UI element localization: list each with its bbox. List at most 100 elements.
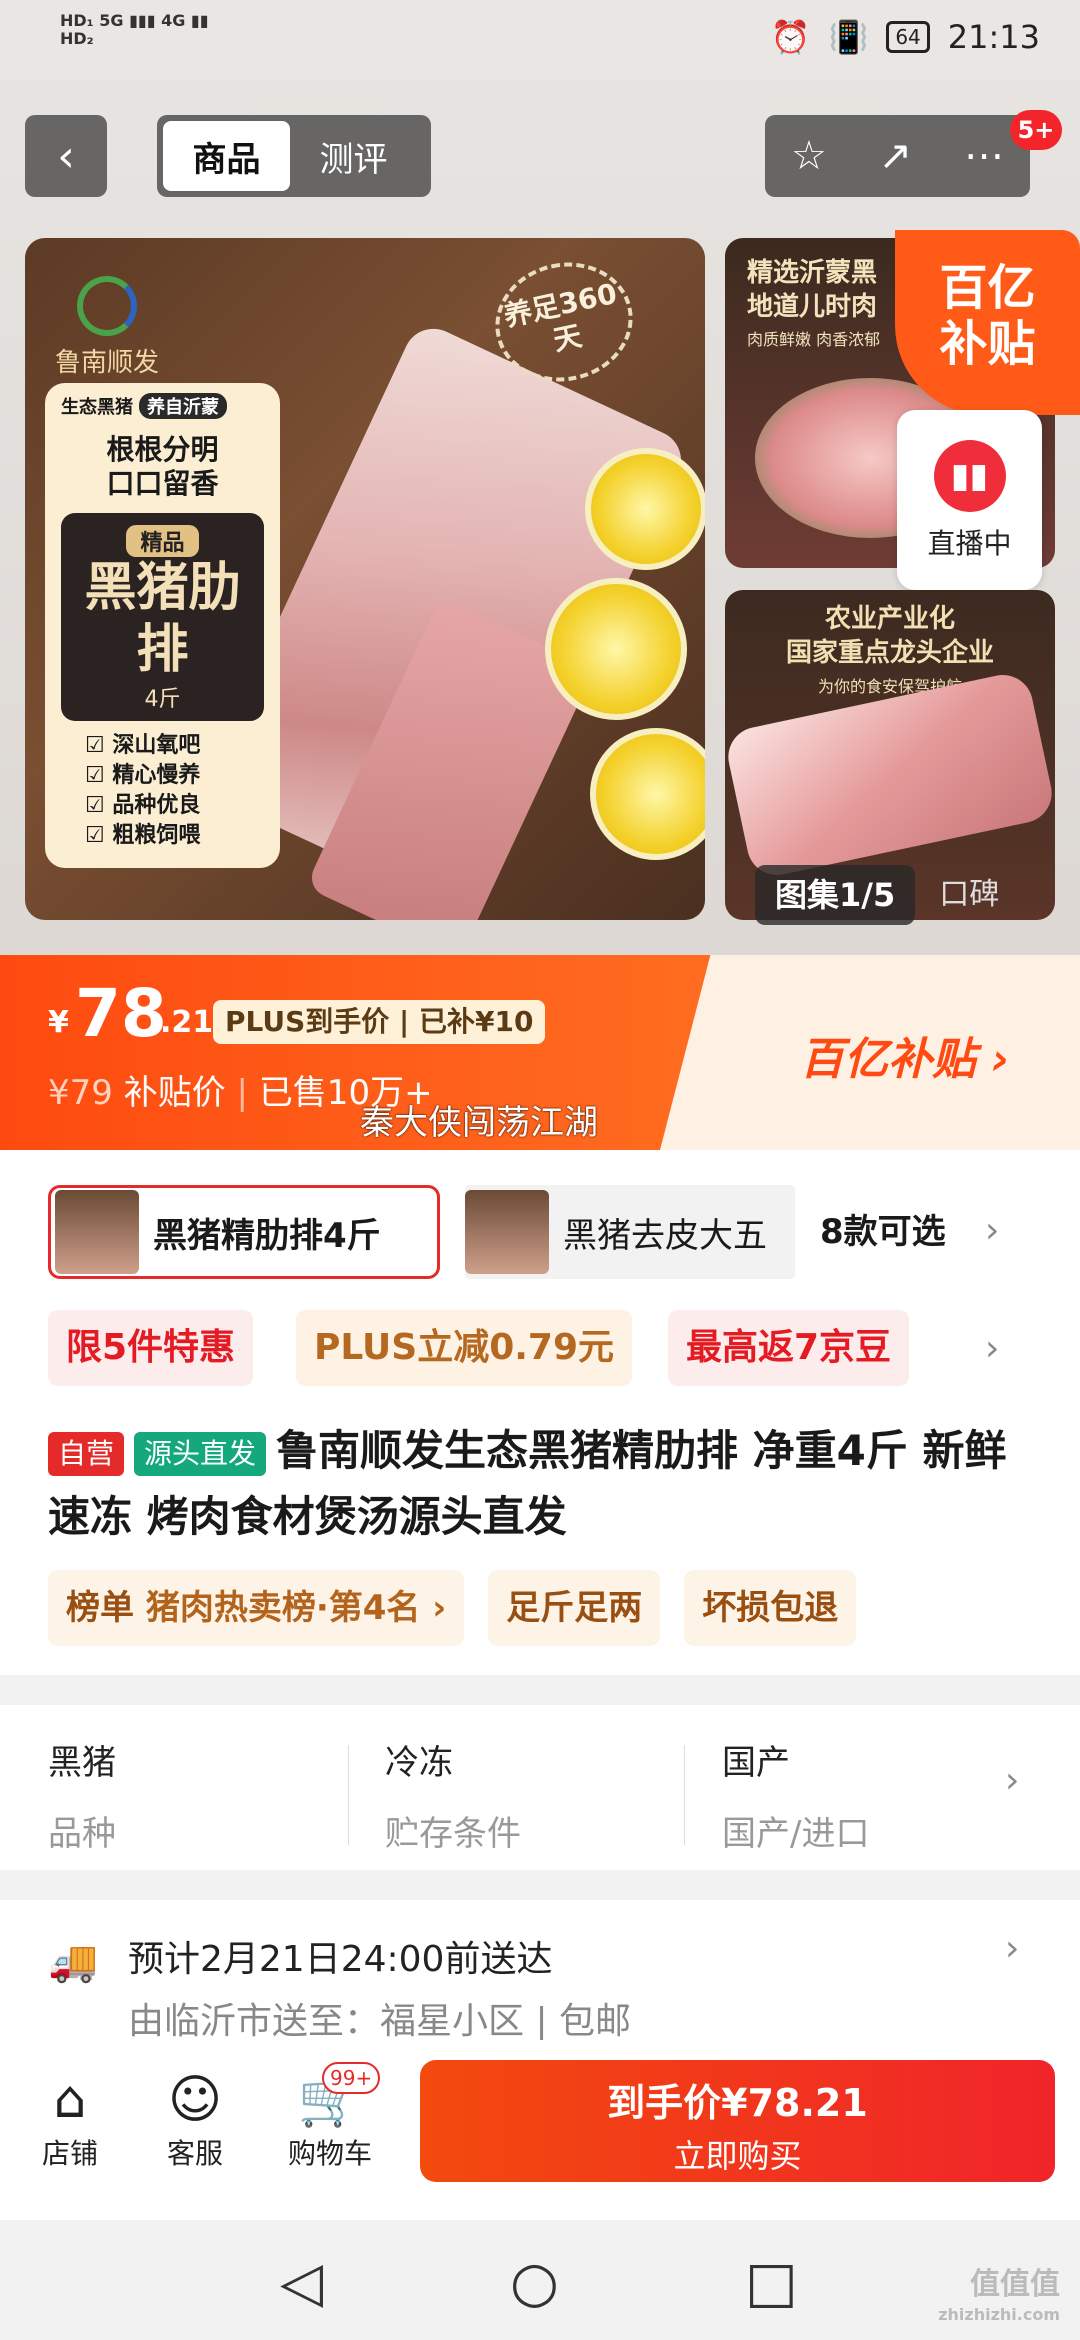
favorite-icon[interactable]: ☆ [791,133,827,179]
chevron-right-icon[interactable]: › [1005,1928,1019,1969]
card-feature: 精心慢养 [85,761,280,791]
site-watermark-text: 值值值 [970,2267,1060,2302]
card-slogan-1: 根根分明 [106,433,219,466]
card-features: 深山氧吧 精心慢养 品种优良 粗粮饲喂 [85,731,280,851]
spec-summary[interactable]: 黑猪 品种 冷冻 贮存条件 国产 国产/进口 › [0,1705,1080,1870]
highlight-chips: 榜单 猪肉热卖榜·第4名 › 足斤足两 坏损包退 [48,1570,857,1646]
price-integer: 78 [75,975,167,1052]
tab-review[interactable]: 测评 [290,121,417,191]
buy-price: 到手价¥78.21 [607,2081,868,2125]
subsidy-corner-badge[interactable]: 百亿 补贴 [895,230,1080,415]
reviews-tab[interactable]: 口碑 [915,865,999,925]
live-button[interactable]: ▮▮ 直播中 [897,410,1042,590]
buy-label: 立即购买 [673,2137,802,2175]
card-highlight: 精品 黑猪肋排 4斤 [61,513,264,721]
card-product: 黑猪肋排 [84,557,241,680]
lemon-visual-3 [590,728,705,860]
subsidy-program-link[interactable]: 百亿补贴 › [800,1023,1009,1087]
clock: 21:13 [947,18,1040,56]
promo-beans[interactable]: 最高返7京豆 [668,1310,910,1386]
divider [684,1745,685,1845]
spec-value: 冷冻 [385,1743,453,1783]
delivery-info[interactable]: 🚚 预计2月21日24:00前送达 由临沂市送至：福星小区 | 包邮 › [0,1900,1080,2060]
sku-label: 黑猪去皮大五 [563,1215,767,1256]
chevron-right-icon[interactable]: › [985,1328,999,1369]
vibrate-icon: 📳 [828,18,869,56]
rank-prefix: 榜单 [66,1588,134,1628]
thumb2-line1: 农业产业化 [824,604,955,634]
chevron-right-icon[interactable]: › [1005,1760,1019,1801]
user-watermark: 秦大侠闯荡江湖 [360,1103,598,1143]
service-button[interactable]: ☺ 客服 [145,2068,245,2172]
self-operated-tag: 自营 [48,1431,125,1476]
thumb1-sub: 肉质鲜嫩 肉香浓郁 [747,330,881,349]
gallery-counter[interactable]: 图集1/5 [755,865,916,925]
subsidy-label: 补贴价 [123,1073,226,1113]
buy-now-button[interactable]: 到手价¥78.21 立即购买 [420,2060,1055,2182]
delivery-address: 由临沂市送至：福星小区 | 包邮 [128,2001,632,2042]
shop-button[interactable]: ⌂ 店铺 [20,2068,120,2172]
card-slogan: 根根分明 口口留香 [45,433,280,501]
spec-item: 黑猪 品种 [48,1735,348,1855]
main-product-image[interactable]: 鲁南顺发 养足360天 生态黑猪 养自沂蒙 根根分明 口口留香 精品 黑猪肋排 … [25,238,705,920]
cart-badge: 99+ [322,2062,381,2094]
site-watermark-url: zhizhizhi.com [938,2305,1060,2324]
tab-bar: 商品 测评 [157,115,431,197]
sku-count[interactable]: 8款可选 [820,1185,946,1279]
nav-home-icon[interactable]: ○ [510,2250,559,2315]
sku-thumbnail [55,1190,139,1274]
chevron-right-icon[interactable]: › [985,1210,999,1251]
price-decimal: .21 [160,1005,214,1040]
bottom-action-bar: ⌂ 店铺 ☺ 客服 🛒 购物车 99+ 到手价¥78.21 立即购买 [0,2040,1080,2220]
subsidy-corner-line2: 补贴 [939,316,1036,372]
more-icon[interactable]: ⋯ [964,133,1004,179]
signal-row-1: HD₁ 5G ▮▮▮ 4G ▮▮ [60,11,209,30]
product-title: 自营 源头直发 鲁南顺发生态黑猪精肋排 净重4斤 新鲜速冻 烤肉食材煲汤源头直发 [48,1418,1038,1550]
damage-refund-chip[interactable]: 坏损包退 [684,1570,857,1646]
nav-back-icon[interactable]: ◁ [280,2250,323,2315]
thumb1-text: 精选沂蒙黑 地道儿时肉 [747,256,877,324]
alarm-icon: ⏰ [770,18,811,56]
thumb2-line2: 国家重点龙头企业 [785,638,994,668]
top-nav: ‹ 商品 测评 ☆ ↗ ⋯ [0,115,1080,197]
price-banner: ¥ 78 .21 PLUS到手价 | 已补¥10 ¥79 补贴价 | 已售10万… [0,955,1080,1150]
back-button[interactable]: ‹ [25,115,107,197]
live-label: 直播中 [927,527,1012,560]
gallery-tabs: 图集1/5 口碑 [755,865,1055,925]
card-weight: 4斤 [144,687,181,712]
system-nav-bar: ◁ ○ □ 值值值 zhizhizhi.com [0,2220,1080,2340]
spec-key: 品种 [48,1814,116,1854]
chat-icon: ☺ [167,2070,223,2130]
card-feature: 品种优良 [85,791,280,821]
spec-item: 冷冻 贮存条件 [385,1735,685,1855]
promo-limit[interactable]: 限5件特惠 [48,1310,254,1386]
lemon-visual-2 [545,578,687,720]
feature-card: 生态黑猪 养自沂蒙 根根分明 口口留香 精品 黑猪肋排 4斤 深山氧吧 精心慢养… [45,383,280,868]
card-tag-1: 生态黑猪 [61,397,133,418]
card-slogan-2: 口口留香 [106,467,219,500]
spec-key: 国产/进口 [722,1814,870,1854]
sku-option-selected[interactable]: 黑猪精肋排4斤 [48,1185,440,1279]
divider [348,1745,349,1845]
subsidy-corner-line1: 百亿 [939,260,1036,316]
full-weight-chip[interactable]: 足斤足两 [488,1570,661,1646]
brand-logo: 鲁南顺发 [55,276,159,379]
plus-price-tag[interactable]: PLUS到手价 | 已补¥10 [213,1000,546,1044]
tab-product[interactable]: 商品 [163,121,290,191]
sku-thumbnail [465,1190,549,1274]
battery-level: 64 [886,21,930,53]
brand-logo-icon [77,276,137,336]
thumb1-line1: 精选沂蒙黑 [747,258,878,288]
promo-plus[interactable]: PLUS立减0.79元 [296,1310,633,1386]
signal-row-2: HD₂ [60,29,94,48]
spec-value: 黑猪 [48,1743,116,1783]
share-icon[interactable]: ↗ [879,133,913,179]
sku-option[interactable]: 黑猪去皮大五 [465,1185,795,1279]
shop-icon: ⌂ [53,2070,87,2130]
nav-recents-icon[interactable]: □ [745,2250,798,2315]
original-price: ¥79 [48,1073,113,1113]
spec-key: 贮存条件 [385,1814,521,1854]
rank-chip[interactable]: 榜单 猪肉热卖榜·第4名 › [48,1570,465,1646]
rank-text: 猪肉热卖榜·第4名 › [145,1588,447,1628]
product-info: 黑猪精肋排4斤 黑猪去皮大五 8款可选 › 限5件特惠 PLUS立减0.79元 … [0,1150,1080,1675]
